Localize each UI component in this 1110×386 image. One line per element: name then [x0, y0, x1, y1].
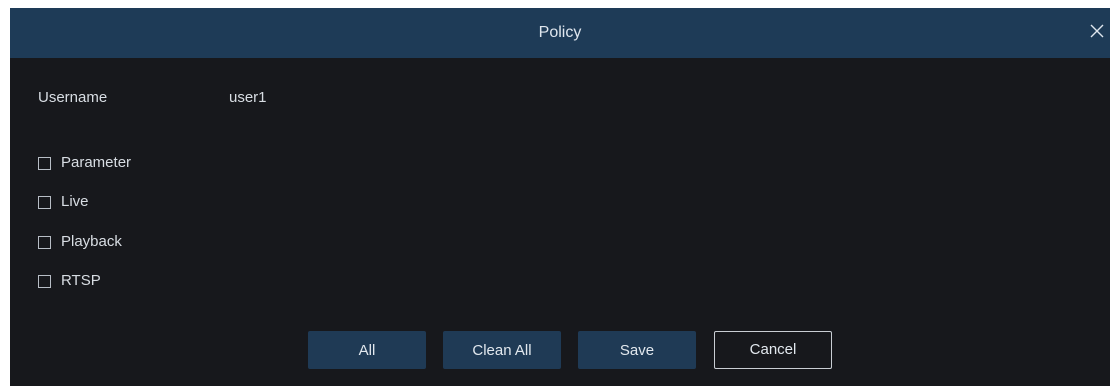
dialog-titlebar: Policy [10, 8, 1110, 58]
playback-checkbox[interactable] [38, 235, 51, 249]
rtsp-checkbox[interactable] [38, 274, 51, 288]
playback-label: Playback [61, 233, 122, 250]
rtsp-label: RTSP [61, 272, 101, 289]
permission-live[interactable]: Live [38, 192, 89, 212]
close-icon [1089, 23, 1105, 44]
permission-rtsp[interactable]: RTSP [38, 271, 101, 291]
cancel-button[interactable]: Cancel [714, 331, 832, 369]
parameter-label: Parameter [61, 154, 132, 171]
permission-playback[interactable]: Playback [38, 232, 122, 252]
dialog-title: Policy [538, 24, 582, 41]
parameter-checkbox[interactable] [38, 156, 51, 170]
live-label: Live [61, 193, 89, 210]
username-value: user1 [229, 89, 267, 106]
close-button[interactable] [1084, 8, 1110, 58]
live-checkbox[interactable] [38, 195, 51, 209]
username-label: Username [38, 89, 108, 106]
policy-dialog: Policy Username user1 Parameter Live Pla… [10, 8, 1110, 386]
save-button[interactable]: Save [578, 331, 696, 369]
permission-parameter[interactable]: Parameter [38, 153, 131, 173]
clean-all-button[interactable]: Clean All [443, 331, 561, 369]
all-button[interactable]: All [308, 331, 426, 369]
